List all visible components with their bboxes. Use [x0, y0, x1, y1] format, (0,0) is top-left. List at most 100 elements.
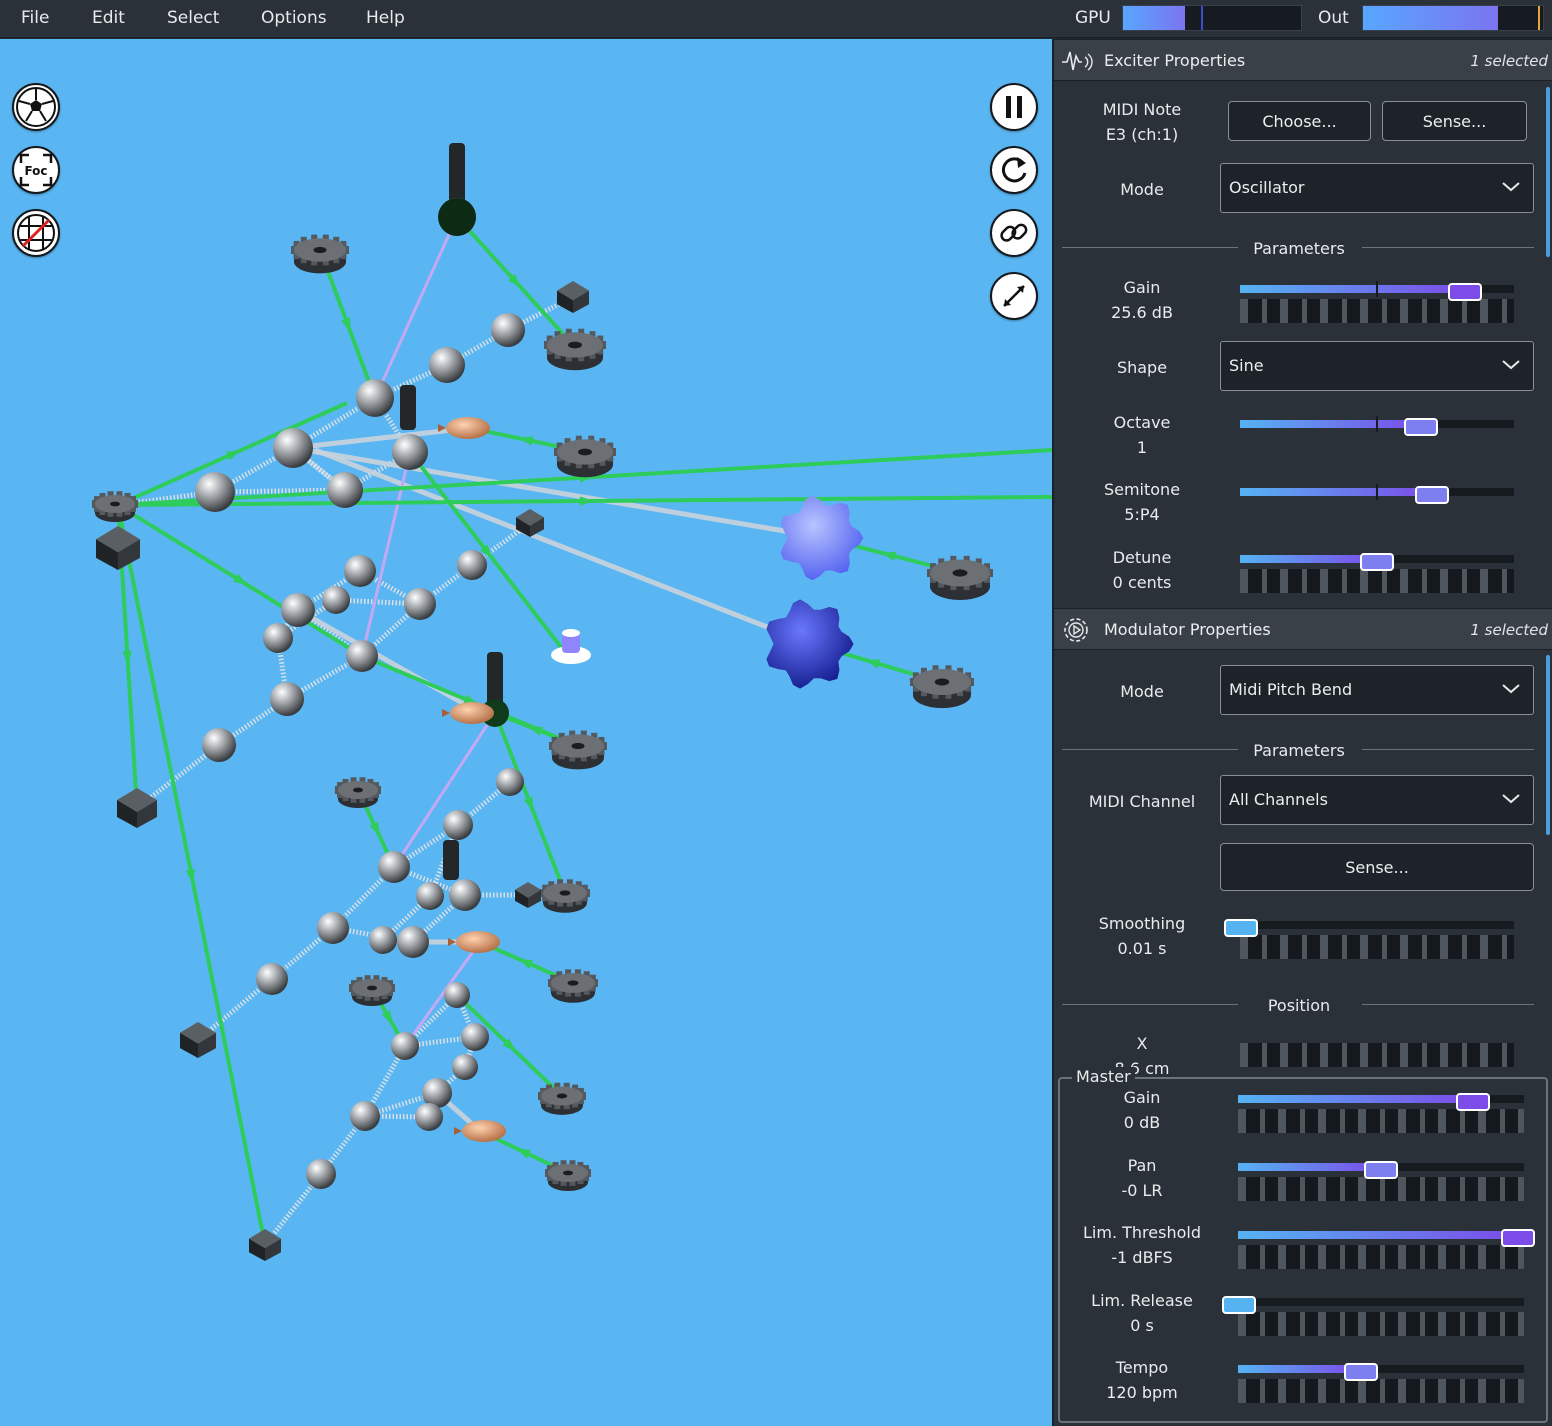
- master-gain-slider-thumb[interactable]: [1455, 1093, 1490, 1111]
- midi-note-value: E3 (ch:1): [1105, 125, 1179, 144]
- anchor-cube: [515, 882, 541, 908]
- octave-slider[interactable]: [1240, 414, 1514, 458]
- shape-label: Shape: [1116, 358, 1168, 377]
- pan-slider-track: [1238, 1161, 1524, 1179]
- position-x-slider[interactable]: [1240, 1039, 1514, 1067]
- mass-ball: [416, 882, 444, 910]
- tempo-slider-thumb[interactable]: [1343, 1363, 1378, 1381]
- mass-ball: [369, 926, 397, 954]
- mass-ball: [344, 555, 376, 587]
- mass-ball: [346, 640, 378, 672]
- pause-button[interactable]: [990, 83, 1038, 131]
- shape-dropdown[interactable]: Sine: [1220, 341, 1534, 391]
- divider: [1362, 247, 1534, 248]
- grid-toggle-button[interactable]: [12, 209, 60, 257]
- out-label: Out: [1318, 8, 1349, 28]
- exciter-mode-dropdown[interactable]: Oscillator: [1220, 163, 1534, 213]
- chevron-down-icon: [1502, 360, 1520, 370]
- gear: [540, 879, 590, 913]
- menu-help[interactable]: Help: [366, 8, 405, 28]
- carrot-tip: [448, 938, 456, 946]
- tempo-slider[interactable]: [1238, 1359, 1524, 1403]
- smoothing-slider[interactable]: [1224, 915, 1514, 959]
- lim-release-slider-thumb[interactable]: [1222, 1296, 1256, 1314]
- menu-file[interactable]: File: [21, 8, 49, 28]
- anchor-cube: [117, 788, 157, 828]
- focus-tool-button[interactable]: Foc: [12, 146, 60, 194]
- pause-icon: [1006, 96, 1022, 118]
- gear: [291, 234, 349, 274]
- tempo-slider-track: [1238, 1363, 1524, 1381]
- sense-note-button[interactable]: Sense...: [1382, 101, 1527, 141]
- gear-hole: [110, 501, 120, 507]
- blob-modulator: [780, 495, 864, 581]
- fullscreen-button[interactable]: [990, 272, 1038, 320]
- modulator-mode-value: Midi Pitch Bend: [1229, 680, 1353, 699]
- tempo-slider-steps: [1238, 1379, 1524, 1403]
- semitone-slider-thumb[interactable]: [1414, 486, 1449, 504]
- reset-button[interactable]: [990, 146, 1038, 194]
- modulator-mode-dropdown[interactable]: Midi Pitch Bend: [1220, 665, 1534, 715]
- focus-icon: Foc: [19, 153, 53, 187]
- midi-channel-dropdown[interactable]: All Channels: [1220, 775, 1534, 825]
- gain-slider-steps: [1240, 299, 1514, 323]
- exciter-scrollbar[interactable]: [1546, 87, 1550, 257]
- modulator-selection-count: 1 selected: [1470, 621, 1548, 639]
- smoothing-slider-thumb[interactable]: [1224, 919, 1258, 937]
- lim-threshold-slider[interactable]: [1238, 1225, 1536, 1269]
- green-arrow: [515, 1148, 531, 1159]
- green-arrow: [518, 958, 534, 969]
- ball-tool-button[interactable]: [12, 83, 60, 131]
- pan-slider[interactable]: [1238, 1157, 1524, 1201]
- divider: [1062, 247, 1238, 248]
- mass-ball: [306, 1159, 336, 1189]
- position-title: Position: [1267, 996, 1331, 1015]
- dark-mass: [438, 198, 476, 236]
- master-gain-slider[interactable]: [1238, 1089, 1524, 1133]
- pan-slider-thumb[interactable]: [1364, 1161, 1398, 1179]
- detune-slider-thumb[interactable]: [1360, 553, 1394, 571]
- physics-viewport[interactable]: Foc: [0, 39, 1052, 1426]
- detune-slider-steps: [1240, 569, 1514, 593]
- gpu-meter-fill: [1123, 6, 1186, 30]
- gear-hole: [559, 890, 571, 896]
- master-group: Master Gain 0 dB Pan -0 LR Lim. Threshol…: [1058, 1067, 1548, 1423]
- mass-ball: [281, 593, 315, 627]
- gear: [927, 555, 993, 600]
- mass-ball: [317, 912, 349, 944]
- pan-slider-steps: [1238, 1177, 1524, 1201]
- menu-options[interactable]: Options: [261, 8, 327, 28]
- post: [400, 385, 416, 430]
- mass-ball: [457, 550, 487, 580]
- divider: [1362, 1004, 1534, 1005]
- link-button[interactable]: [990, 209, 1038, 257]
- lim-threshold-value: -1 dBFS: [1111, 1248, 1173, 1267]
- tempo-label: Tempo: [1115, 1358, 1169, 1377]
- smoothing-slider-track: [1224, 919, 1514, 937]
- mass-ball: [322, 586, 350, 614]
- mass-ball: [415, 1103, 443, 1131]
- scene-graphics[interactable]: [0, 39, 1052, 1426]
- exciter-header[interactable]: Exciter Properties 1 selected: [1054, 39, 1552, 81]
- carrot-body: [462, 1120, 506, 1142]
- lim-threshold-slider-track: [1238, 1229, 1536, 1247]
- menu-edit[interactable]: Edit: [92, 8, 125, 28]
- semitone-slider-fill: [1240, 488, 1432, 496]
- modulator-scrollbar[interactable]: [1546, 655, 1550, 835]
- modulator-header[interactable]: Modulator Properties 1 selected: [1054, 608, 1552, 650]
- choose-note-button[interactable]: Choose...: [1228, 101, 1371, 141]
- gear-play-icon: [1064, 618, 1088, 642]
- lim-threshold-slider-thumb[interactable]: [1501, 1229, 1536, 1247]
- master-gain-value: 0 dB: [1123, 1113, 1161, 1132]
- carrot-tip: [454, 1127, 462, 1135]
- purple-link: [360, 451, 412, 657]
- octave-slider-thumb[interactable]: [1403, 418, 1438, 436]
- gain-slider-thumb[interactable]: [1447, 283, 1482, 301]
- chevron-down-icon: [1502, 182, 1520, 192]
- detune-slider[interactable]: [1240, 549, 1514, 593]
- menu-select[interactable]: Select: [167, 8, 219, 28]
- semitone-slider[interactable]: [1240, 482, 1514, 526]
- sense-channel-button[interactable]: Sense...: [1220, 843, 1534, 891]
- lim-release-slider[interactable]: [1222, 1292, 1524, 1336]
- gain-slider[interactable]: [1240, 279, 1514, 323]
